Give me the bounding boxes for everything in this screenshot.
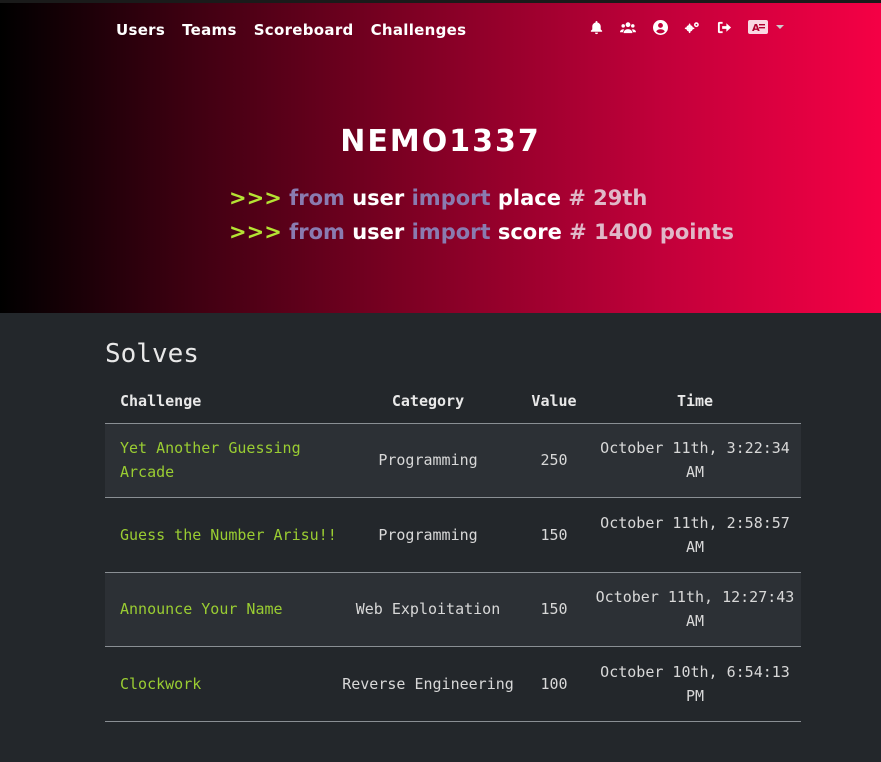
keyword-from: from <box>289 220 345 244</box>
module-name: user <box>352 186 405 210</box>
header-value: Value <box>519 379 589 424</box>
language-icon: A <box>748 20 768 34</box>
time-cell: October 11th, 2:58:57 AM <box>589 497 801 573</box>
nav-link-teams[interactable]: Teams <box>182 21 237 39</box>
category-cell: Programming <box>337 423 519 498</box>
top-navbar: Users Teams Scoreboard Challenges A <box>0 3 881 59</box>
challenge-link[interactable]: Yet Another Guessing Arcade <box>105 423 337 498</box>
category-cell: Programming <box>337 497 519 573</box>
nav-link-scoreboard[interactable]: Scoreboard <box>254 21 354 39</box>
table-row: Announce Your Name Web Exploitation 150 … <box>105 572 801 647</box>
bell-icon[interactable] <box>588 19 604 35</box>
team-icon[interactable] <box>620 19 636 35</box>
chevron-down-icon <box>776 25 784 29</box>
table-row: Guess the Number Arisu!! Programming 150… <box>105 497 801 573</box>
field-place: place <box>497 186 561 210</box>
value-cell: 250 <box>519 423 589 498</box>
nav-link-users[interactable]: Users <box>116 21 165 39</box>
field-score: score <box>497 220 562 244</box>
keyword-import: import <box>411 186 491 210</box>
keyword-from: from <box>289 186 345 210</box>
time-cell: October 11th, 12:27:43 AM <box>589 572 801 647</box>
score-value: # 1400 points <box>569 220 734 244</box>
category-cell: Reverse Engineering <box>337 646 519 722</box>
svg-text:A: A <box>752 23 760 34</box>
category-cell: Web Exploitation <box>337 572 519 647</box>
keyword-import: import <box>411 220 491 244</box>
time-cell: October 10th, 6:54:13 PM <box>589 646 801 722</box>
language-dropdown[interactable]: A <box>748 20 784 34</box>
logout-icon[interactable] <box>716 19 732 35</box>
table-header-row: Challenge Category Value Time <box>105 379 801 424</box>
challenge-link[interactable]: Guess the Number Arisu!! <box>105 497 337 573</box>
header-category: Category <box>337 379 519 424</box>
profile-username: NEMO1337 <box>340 124 541 159</box>
challenge-link[interactable]: Announce Your Name <box>105 572 337 647</box>
settings-icon[interactable] <box>684 19 700 35</box>
value-cell: 150 <box>519 497 589 573</box>
nav-link-challenges[interactable]: Challenges <box>371 21 467 39</box>
place-line: >>> from user import place # 29th <box>229 186 647 210</box>
place-value: # 29th <box>568 186 648 210</box>
table-row: Clockwork Reverse Engineering 100 Octobe… <box>105 646 801 722</box>
score-line: >>> from user import score # 1400 points <box>229 220 734 244</box>
solves-section: Solves Challenge Category Value Time Yet… <box>105 313 801 722</box>
nav-links: Users Teams Scoreboard Challenges <box>116 21 466 39</box>
prompt-symbol: >>> <box>229 186 282 210</box>
module-name: user <box>352 220 405 244</box>
header-challenge: Challenge <box>105 379 337 424</box>
profile-hero: Users Teams Scoreboard Challenges A NEMO… <box>0 0 881 313</box>
header-time: Time <box>589 379 801 424</box>
value-cell: 150 <box>519 572 589 647</box>
user-circle-icon[interactable] <box>652 19 668 35</box>
value-cell: 100 <box>519 646 589 722</box>
challenge-link[interactable]: Clockwork <box>105 646 337 722</box>
table-row: Yet Another Guessing Arcade Programming … <box>105 423 801 498</box>
nav-icons: A <box>588 19 784 35</box>
solves-title: Solves <box>105 339 199 369</box>
solves-table: Challenge Category Value Time Yet Anothe… <box>105 379 801 722</box>
prompt-symbol: >>> <box>229 220 282 244</box>
time-cell: October 11th, 3:22:34 AM <box>589 423 801 498</box>
